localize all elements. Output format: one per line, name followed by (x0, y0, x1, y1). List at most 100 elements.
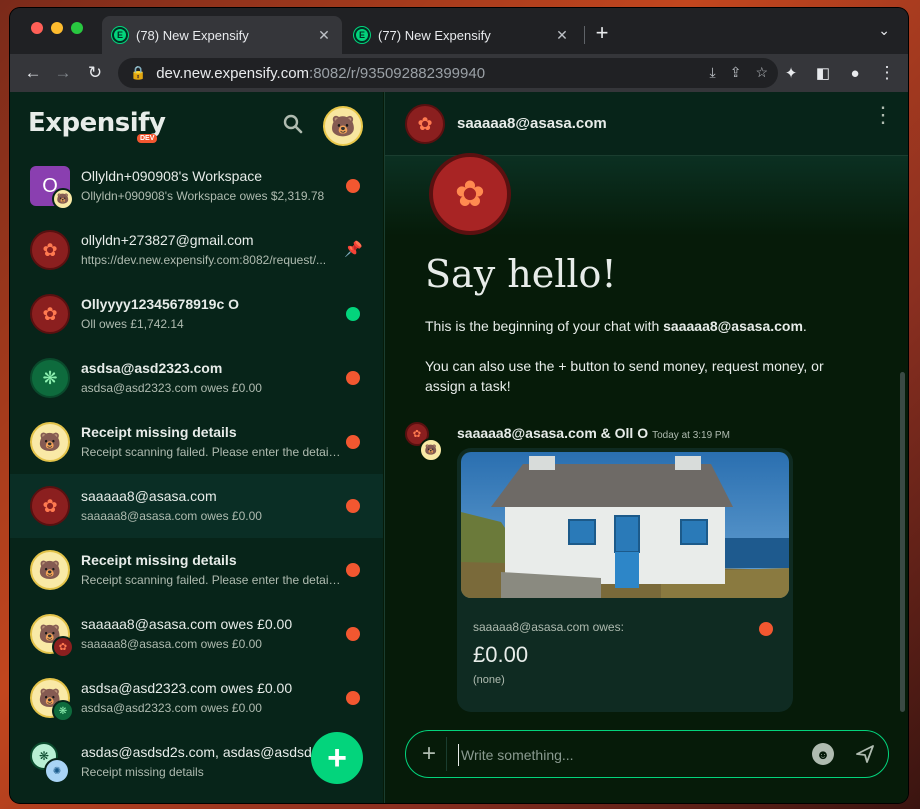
expensify-favicon-icon: E (112, 27, 128, 43)
list-item[interactable]: 🐻 Receipt missing details Receipt scanni… (10, 538, 383, 602)
list-item[interactable]: 🐻 Receipt missing details Receipt scanni… (10, 410, 383, 474)
pin-icon: 📌 (344, 241, 363, 258)
list-item-selected[interactable]: ✿ saaaaa8@asasa.com saaaaa8@asasa.com ow… (10, 474, 383, 538)
say-hello-heading: Say hello! (425, 252, 617, 296)
chat-preview: asdsa@asd2323.com owes £0.00 (81, 701, 262, 715)
chat-name: saaaaa8@asasa.com (81, 488, 217, 504)
request-description: (none) (473, 674, 505, 686)
intro-email: saaaaa8@asasa.com (663, 318, 803, 334)
sidebar-header: Expensify DEV 🐻 (10, 92, 383, 154)
maximize-window-button[interactable] (71, 22, 83, 34)
reload-icon[interactable]: ↻ (84, 62, 106, 84)
intro-text: This is the beginning of your chat with (425, 318, 664, 334)
avatar: ✿ (30, 486, 70, 526)
list-item[interactable]: ✿ ollyldn+273827@gmail.com https://dev.n… (10, 218, 383, 282)
profile-icon[interactable]: ● (844, 62, 866, 84)
minimize-window-button[interactable] (51, 22, 63, 34)
chat-preview: asdsa@asd2323.com owes £0.00 (81, 381, 262, 395)
status-dot-icon (346, 307, 360, 321)
list-item[interactable]: ❋ asdsa@asd2323.com asdsa@asd2323.com ow… (10, 346, 383, 410)
dev-badge: DEV (137, 134, 158, 143)
more-vertical-icon[interactable]: ⋮ (872, 104, 894, 126)
list-item[interactable]: O 🐻 Ollyldn+090908's Workspace Ollyldn+0… (10, 154, 383, 218)
receipt-image[interactable] (461, 452, 789, 598)
request-amount: £0.00 (473, 642, 529, 667)
install-app-icon[interactable]: ⤓ (710, 64, 716, 81)
avatar: ✿ (30, 230, 70, 270)
intro-suffix: . (802, 318, 807, 334)
expensify-app: Expensify DEV 🐻 O 🐻 Ollyldn+090908's Wor… (10, 92, 908, 803)
browser-tab-active[interactable]: E (78) New Expensify ✕ (102, 16, 342, 54)
plus-icon[interactable]: + (416, 740, 442, 767)
chat-preview: Oll owes £1,742.14 (81, 317, 184, 331)
avatar: 🐻 (52, 188, 74, 210)
chat-intro: This is the beginning of your chat with … (425, 316, 885, 336)
close-icon[interactable]: ✕ (554, 27, 570, 44)
chat-name: asdsa@asd2323.com owes £0.00 (81, 680, 293, 696)
chat-panel: ✿ saaaaa8@asasa.com ⋮ ✿ Say hello! This … (384, 92, 908, 803)
tab-divider (584, 26, 585, 44)
avatar: ✿ (429, 153, 511, 235)
tab-title: (78) New Expensify (136, 27, 249, 43)
avatar: ❋ (52, 700, 74, 722)
sidebar: Expensify DEV 🐻 O 🐻 Ollyldn+090908's Wor… (10, 92, 383, 803)
new-tab-button[interactable]: + (590, 22, 614, 44)
status-dot-icon (759, 622, 773, 636)
chat-header: ✿ saaaaa8@asasa.com ⋮ (385, 92, 908, 156)
user-avatar[interactable]: 🐻 (323, 106, 363, 146)
side-panel-icon[interactable]: ◧ (812, 62, 834, 84)
close-window-button[interactable] (31, 22, 43, 34)
forward-arrow-icon[interactable]: → (52, 62, 74, 84)
unread-dot-icon (346, 627, 360, 641)
composer-divider (446, 737, 447, 771)
tab-strip: E (78) New Expensify ✕ E (77) New Expens… (10, 8, 908, 54)
address-bar[interactable]: 🔒 dev.new.expensify.com:8082/r/935092882… (118, 58, 778, 88)
browser-menu-icon[interactable]: ⋮ (876, 62, 898, 84)
unread-dot-icon (346, 563, 360, 577)
chat-title[interactable]: saaaaa8@asasa.com (457, 115, 607, 132)
url-host: dev.new.expensify.com (156, 64, 310, 82)
send-icon[interactable] (854, 743, 876, 765)
back-arrow-icon[interactable]: ← (22, 62, 44, 84)
share-icon[interactable]: ⇪ (730, 64, 742, 81)
author-name: saaaaa8@asasa.com & Oll O (457, 425, 649, 441)
avatar: 🐻 (30, 422, 70, 462)
unread-dot-icon (346, 371, 360, 385)
chat-name: Receipt missing details (81, 424, 237, 440)
chat-name: asdas@asdsd2s.com, asdas@asdsd... (81, 744, 324, 760)
chat-name: asdsa@asd2323.com (81, 360, 223, 376)
message-input[interactable] (458, 744, 798, 766)
chat-list: O 🐻 Ollyldn+090908's Workspace Ollyldn+0… (10, 154, 383, 794)
chat-preview: https://dev.new.expensify.com:8082/reque… (81, 253, 327, 267)
search-icon[interactable] (281, 112, 305, 136)
chat-name: saaaaa8@asasa.com owes £0.00 (81, 616, 293, 632)
browser-tab[interactable]: E (77) New Expensify ✕ (344, 16, 580, 54)
chat-name: Ollyldn+090908's Workspace (81, 168, 263, 184)
close-icon[interactable]: ✕ (316, 27, 332, 44)
global-create-button[interactable]: + (311, 732, 363, 784)
chat-preview: Receipt scanning failed. Please enter th… (81, 445, 343, 459)
emoji-icon[interactable]: ☻ (812, 743, 834, 765)
message-author: saaaaa8@asasa.com & Oll O Today at 3:19 P… (457, 425, 730, 441)
tab-search-chevron-icon[interactable]: ⌄ (878, 22, 890, 39)
list-item[interactable]: 🐻 ❋ asdsa@asd2323.com owes £0.00 asdsa@a… (10, 666, 383, 730)
owes-label: saaaaa8@asasa.com owes: (473, 620, 624, 634)
money-request-card[interactable]: saaaaa8@asasa.com owes: £0.00 (none) (457, 448, 793, 712)
chat-scrollbar[interactable] (900, 372, 905, 712)
avatar: ✿ (52, 636, 74, 658)
composer: + ☻ (405, 730, 889, 778)
list-item[interactable]: ✿ Ollyyyy12345678919c O Oll owes £1,742.… (10, 282, 383, 346)
chat-name: Receipt missing details (81, 552, 237, 568)
chat-name: Ollyyyy12345678919c O (81, 296, 240, 312)
list-item[interactable]: 🐻 ✿ saaaaa8@asasa.com owes £0.00 saaaaa8… (10, 602, 383, 666)
unread-dot-icon (346, 691, 360, 705)
chat-preview: Ollyldn+090908's Workspace owes $2,319.7… (81, 189, 325, 203)
avatar[interactable]: ✿ (405, 104, 445, 144)
unread-dot-icon (346, 435, 360, 449)
extensions-puzzle-icon[interactable]: ✦ (780, 62, 802, 84)
tab-title: (77) New Expensify (378, 27, 491, 43)
chat-preview: Receipt scanning failed. Please enter th… (81, 573, 343, 587)
bookmark-star-icon[interactable]: ☆ (755, 64, 768, 81)
avatar: ❋ (30, 358, 70, 398)
lock-icon[interactable]: 🔒 (130, 65, 146, 81)
